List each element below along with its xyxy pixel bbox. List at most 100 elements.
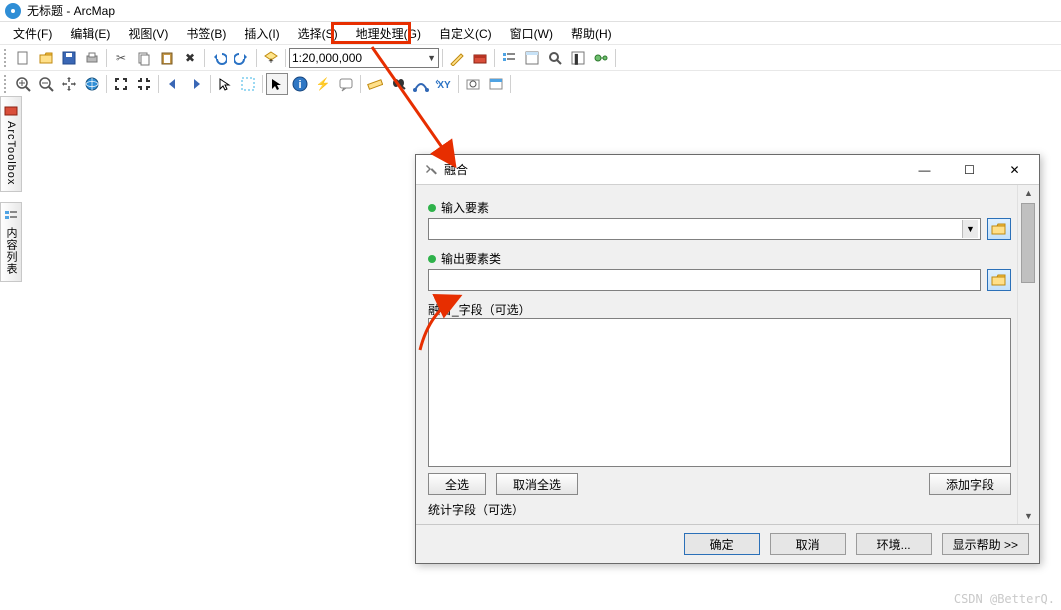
menu-bookmark[interactable]: 书签(B) [177,23,235,44]
viewer-window-icon[interactable] [485,73,507,95]
toolbox-icon [4,103,18,117]
toc-icon [4,209,18,223]
fixed-zoom-out-icon[interactable] [133,73,155,95]
add-field-button[interactable]: 添加字段 [929,473,1011,495]
dialog-title: 融合 [444,161,468,178]
find-icon[interactable] [387,73,409,95]
search-icon[interactable] [544,47,566,69]
next-extent-icon[interactable] [185,73,207,95]
tool-hammer-icon [424,163,438,177]
model-builder-icon[interactable] [590,47,612,69]
chevron-down-icon: ▼ [427,53,436,63]
clear-selection-icon[interactable] [237,73,259,95]
output-fc-label: 输出要素类 [428,250,1011,267]
identify-icon[interactable]: i [289,73,311,95]
editor-toolbar-icon[interactable] [446,47,468,69]
menu-insert[interactable]: 插入(I) [235,23,288,44]
select-elements-icon[interactable] [266,73,288,95]
toolbox-icon[interactable] [469,47,491,69]
hyperlink-icon[interactable]: ⚡ [312,73,334,95]
required-dot-icon [428,204,436,212]
toolbar-tools: i ⚡ XY [0,70,1061,96]
menu-geoprocessing[interactable]: 地理处理(G) [347,23,430,44]
open-icon[interactable] [35,47,57,69]
dialog-titlebar[interactable]: 融合 — ☐ ✕ [416,155,1039,185]
sidebar-toc[interactable]: 内容列表 [0,202,22,282]
paste-icon[interactable] [156,47,178,69]
sidebar-toc-label: 内容列表 [3,227,19,275]
delete-icon[interactable]: ✖ [179,47,201,69]
goto-xy-icon[interactable]: XY [433,73,455,95]
cut-icon[interactable]: ✂ [110,47,132,69]
environments-button[interactable]: 环境... [856,533,932,555]
html-popup-icon[interactable] [335,73,357,95]
scroll-thumb[interactable] [1021,203,1035,283]
output-fc-input[interactable] [428,269,981,291]
time-slider-icon[interactable] [462,73,484,95]
measure-icon[interactable] [364,73,386,95]
maximize-button[interactable]: ☐ [947,156,992,184]
app-icon [5,3,21,19]
dissolve-fields-listbox[interactable] [428,318,1011,467]
select-all-button[interactable]: 全选 [428,473,486,495]
scale-value: 1:20,000,000 [292,51,362,65]
sidebar-arctoolbox-label: ArcToolbox [5,121,17,185]
scroll-up-icon[interactable]: ▲ [1018,185,1039,201]
zoom-out-icon[interactable] [35,73,57,95]
svg-text:i: i [298,79,301,91]
browse-output-button[interactable] [987,269,1011,291]
show-help-button[interactable]: 显示帮助 >> [942,533,1029,555]
input-features-combobox[interactable]: ▼ [428,218,981,240]
toc-icon[interactable] [498,47,520,69]
menubar: 文件(F) 编辑(E) 视图(V) 书签(B) 插入(I) 选择(S) 地理处理… [0,22,1061,44]
input-features-label: 输入要素 [428,199,1011,216]
minimize-button[interactable]: — [902,156,947,184]
menu-view[interactable]: 视图(V) [119,23,177,44]
watermark: CSDN @BetterQ. [954,592,1055,606]
svg-text:+: + [268,56,273,66]
unselect-all-button[interactable]: 取消全选 [496,473,578,495]
catalog-icon[interactable] [521,47,543,69]
copy-icon[interactable] [133,47,155,69]
svg-text:▌: ▌ [575,53,581,65]
menu-edit[interactable]: 编辑(E) [61,23,119,44]
add-data-icon[interactable]: + [260,47,282,69]
menu-help[interactable]: 帮助(H) [562,23,621,44]
browse-input-button[interactable] [987,218,1011,240]
dialog-footer: 确定 取消 环境... 显示帮助 >> [416,524,1039,563]
select-features-icon[interactable] [214,73,236,95]
stat-fields-label: 统计字段（可选） [428,501,1011,518]
cancel-button[interactable]: 取消 [770,533,846,555]
zoom-in-icon[interactable] [12,73,34,95]
undo-icon[interactable] [208,47,230,69]
new-doc-icon[interactable] [12,47,34,69]
window-title: 无标题 - ArcMap [27,2,115,19]
menu-window[interactable]: 窗口(W) [501,23,562,44]
pan-icon[interactable] [58,73,80,95]
print-icon[interactable] [81,47,103,69]
sidebar-arctoolbox[interactable]: ArcToolbox [0,96,22,192]
fixed-zoom-in-icon[interactable] [110,73,132,95]
titlebar: 无标题 - ArcMap [0,0,1061,22]
full-extent-icon[interactable] [81,73,103,95]
scale-combobox[interactable]: 1:20,000,000 ▼ [289,48,439,68]
menu-custom[interactable]: 自定义(C) [430,23,501,44]
dissolve-fields-label: 融合_字段（可选） [428,301,1011,318]
find-route-icon[interactable] [410,73,432,95]
dialog-scrollbar[interactable]: ▲ ▼ [1017,185,1039,524]
save-icon[interactable] [58,47,80,69]
scroll-down-icon[interactable]: ▼ [1018,508,1039,524]
close-button[interactable]: ✕ [992,156,1037,184]
chevron-down-icon: ▼ [962,220,978,238]
python-window-icon[interactable]: ▌ [567,47,589,69]
dissolve-dialog: 融合 — ☐ ✕ 输入要素 ▼ 输出要素类 [415,154,1040,564]
prev-extent-icon[interactable] [162,73,184,95]
menu-select[interactable]: 选择(S) [289,23,347,44]
toolbar-grip[interactable] [4,49,8,67]
toolbar-standard: ✂ ✖ + 1:20,000,000 ▼ ▌ [0,44,1061,70]
menu-file[interactable]: 文件(F) [4,23,61,44]
svg-text:XY: XY [437,80,451,91]
redo-icon[interactable] [231,47,253,69]
toolbar-grip[interactable] [4,75,8,93]
ok-button[interactable]: 确定 [684,533,760,555]
